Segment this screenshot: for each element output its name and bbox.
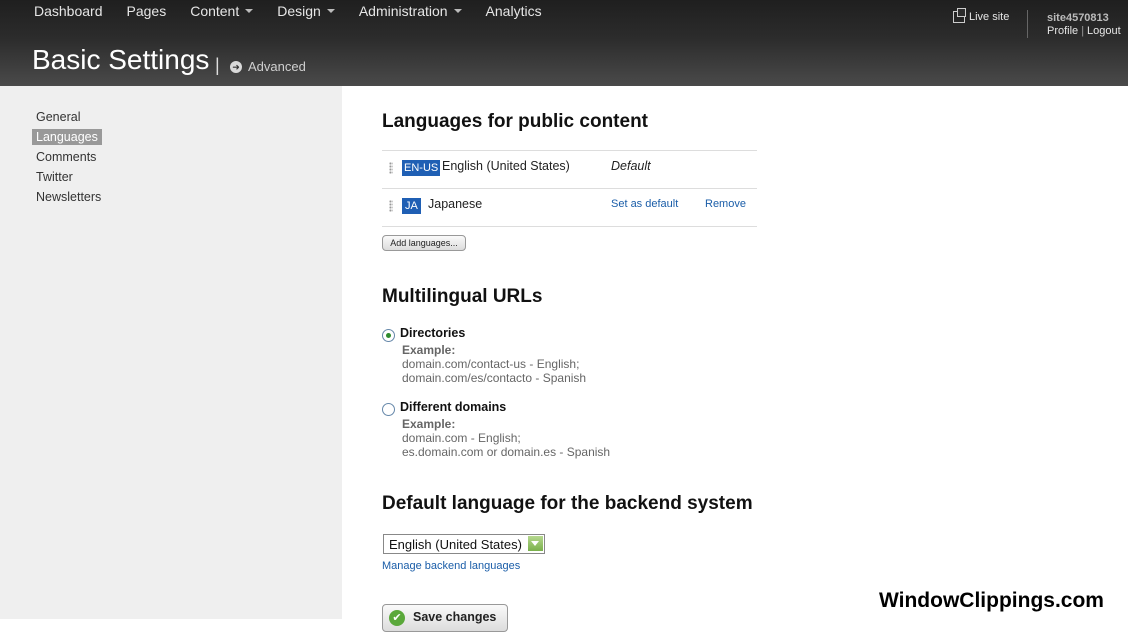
nav-analytics[interactable]: Analytics (486, 3, 542, 19)
advanced-link[interactable]: ➜ Advanced (230, 59, 306, 74)
header-divider (1027, 10, 1028, 38)
profile-link[interactable]: Profile (1047, 25, 1078, 37)
multilingual-urls-heading: Multilingual URLs (382, 286, 543, 307)
live-site-link[interactable]: Live site (953, 8, 1010, 23)
language-row-en-us: EN-US English (United States) Default (382, 150, 757, 188)
language-row-ja: JA Japanese Set as default Remove (382, 188, 757, 227)
example-line: domain.com/contact-us - English; (402, 357, 580, 371)
directories-label[interactable]: Directories (400, 326, 465, 340)
watermark: WindowClippings.com (879, 589, 1104, 612)
nav-administration[interactable]: Administration (359, 3, 462, 19)
default-label: Default (611, 159, 651, 173)
language-name: English (United States) (442, 159, 570, 173)
backend-language-value: English (United States) (389, 537, 522, 552)
nav-design-label: Design (277, 3, 321, 19)
advanced-label: Advanced (248, 59, 306, 74)
chevron-down-icon[interactable] (528, 536, 543, 551)
drag-handle-icon[interactable] (389, 162, 393, 174)
language-list: EN-US English (United States) Default JA… (382, 150, 757, 227)
chevron-down-icon (326, 9, 335, 13)
settings-sidebar: General Languages Comments Twitter Newsl… (0, 86, 342, 619)
nav-dashboard-label: Dashboard (34, 3, 103, 19)
manage-backend-languages-link[interactable]: Manage backend languages (382, 560, 520, 572)
nav-dashboard[interactable]: Dashboard (34, 3, 103, 19)
sidebar-item-languages[interactable]: Languages (32, 129, 102, 145)
chevron-down-icon (245, 9, 254, 13)
set-as-default-link[interactable]: Set as default (611, 198, 678, 210)
nav-analytics-label: Analytics (485, 3, 542, 19)
nav-content[interactable]: Content (190, 3, 254, 19)
add-languages-button[interactable]: Add languages... (382, 235, 466, 251)
sidebar-item-comments[interactable]: Comments (32, 149, 100, 165)
arrow-right-icon: ➜ (230, 60, 242, 73)
example-line: domain.com/es/contacto - Spanish (402, 371, 587, 385)
nav-administration-label: Administration (358, 3, 448, 19)
example-line: domain.com - English; (402, 431, 521, 445)
checkmark-icon: ✔ (389, 610, 405, 626)
page-title: Basic Settings (32, 44, 210, 75)
example-title: Example: (402, 343, 456, 357)
language-code-badge: EN-US (402, 160, 441, 176)
nav-design[interactable]: Design (277, 3, 335, 19)
logout-link[interactable]: Logout (1087, 25, 1121, 37)
nav-pages[interactable]: Pages (127, 3, 167, 19)
language-code-badge: JA (402, 198, 421, 214)
sidebar-item-newsletters[interactable]: Newsletters (32, 189, 105, 205)
backend-language-heading: Default language for the backend system (382, 493, 753, 514)
sidebar-item-twitter[interactable]: Twitter (32, 169, 77, 185)
user-links: Profile | Logout (1047, 25, 1121, 37)
save-changes-label: Save changes (413, 610, 497, 624)
link-separator: | (1081, 25, 1085, 37)
languages-heading: Languages for public content (382, 111, 649, 132)
main-nav: Dashboard Pages Content Design Administr… (34, 3, 566, 19)
sidebar-item-general[interactable]: General (32, 109, 84, 125)
directories-radio[interactable] (382, 329, 395, 342)
different-domains-radio[interactable] (382, 403, 395, 416)
username: site4570813 (1047, 12, 1109, 24)
external-window-icon (953, 8, 966, 23)
drag-handle-icon[interactable] (389, 200, 393, 212)
example-line: es.domain.com or domain.es - Spanish (402, 445, 611, 459)
different-domains-label[interactable]: Different domains (400, 400, 506, 414)
live-site-label: Live site (969, 11, 1010, 23)
example-title: Example: (402, 417, 456, 431)
backend-language-select[interactable]: English (United States) (383, 534, 545, 554)
top-header: Dashboard Pages Content Design Administr… (0, 0, 1128, 86)
title-separator: | (215, 55, 220, 75)
language-name: Japanese (428, 197, 483, 211)
chevron-down-icon (453, 9, 462, 13)
save-changes-button[interactable]: ✔ Save changes (382, 604, 508, 632)
nav-pages-label: Pages (126, 3, 167, 19)
remove-language-link[interactable]: Remove (705, 198, 746, 210)
nav-content-label: Content (190, 3, 240, 19)
